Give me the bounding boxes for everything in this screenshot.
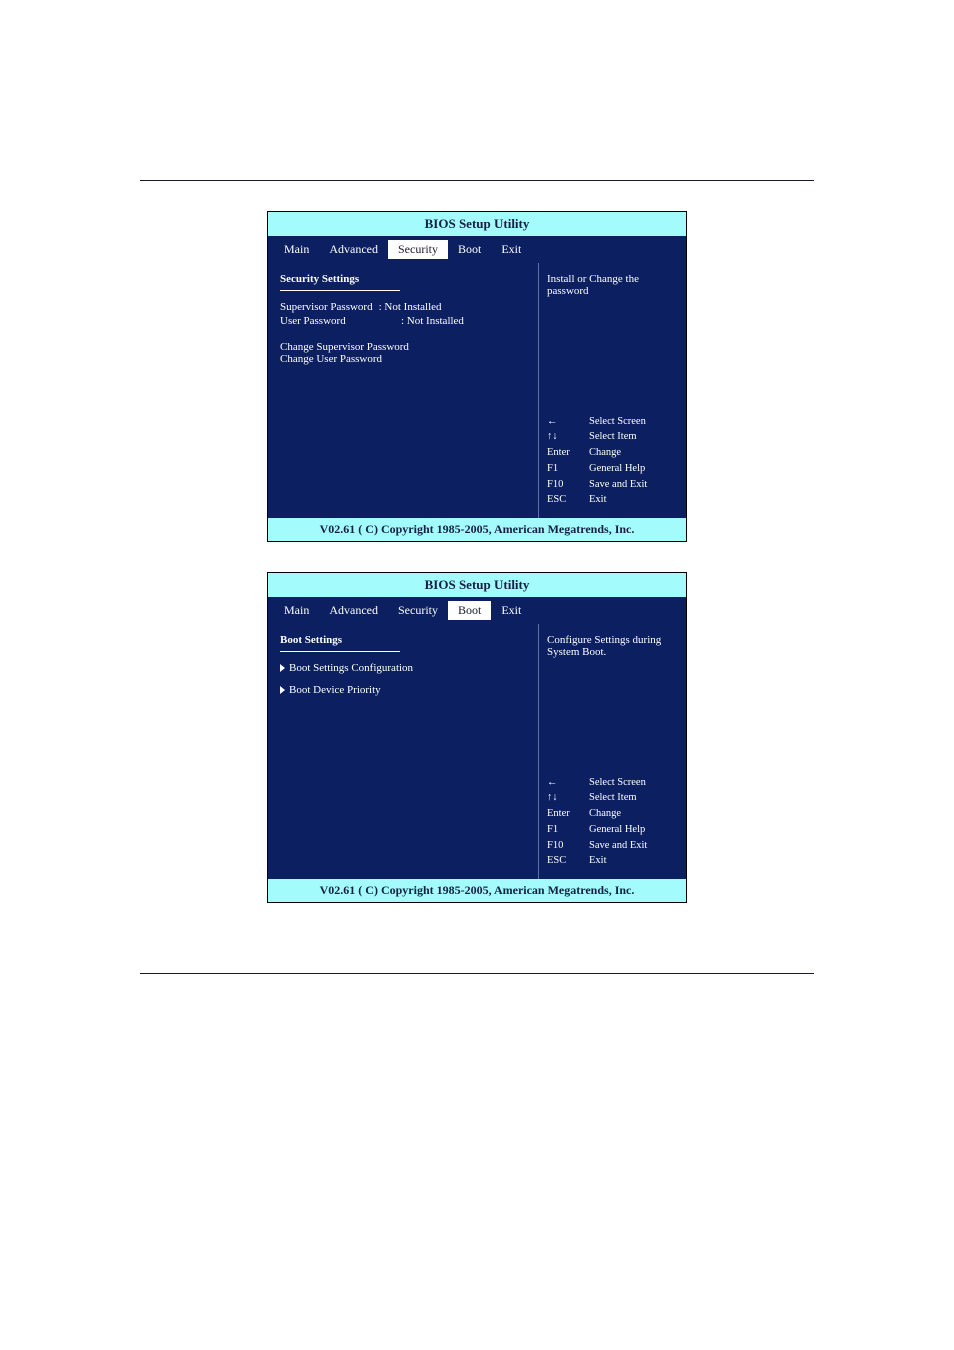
key-desc: Save and Exit [589,477,647,493]
key-desc: General Help [589,461,645,477]
menu-label: Boot Device Priority [289,684,381,696]
key-esc: ESC [547,492,579,508]
tab-bar: Main Advanced Security Boot Exit [268,236,686,263]
tab-main[interactable]: Main [274,601,319,620]
key-desc: Select Item [589,429,637,445]
user-password-row: User Password : Not Installed [280,315,526,327]
field-value: : Not Installed [401,315,464,327]
bottom-rule [140,973,814,974]
menu-item-boot-config[interactable]: Boot Settings Configuration [280,662,526,674]
key-enter: Enter [547,445,579,461]
key-legend: ← Select Screen ↑↓ Select Item Enter Change… [547,414,678,509]
title-bar: BIOS Setup Utility [268,573,686,597]
tab-boot[interactable]: Boot [448,240,491,259]
tab-bar: Main Advanced Security Boot Exit [268,597,686,624]
key-icon-lr: ← [547,775,579,791]
submenu-arrow-icon [280,686,285,694]
key-desc: Select Item [589,790,637,806]
menu-item-boot-priority[interactable]: Boot Device Priority [280,684,526,696]
copyright-footer: V02.61 ( C) Copyright 1985-2005, America… [268,879,686,902]
menu-item-change-supervisor[interactable]: Change Supervisor Password [280,341,526,353]
key-desc: Change [589,445,621,461]
key-f1: F1 [547,461,579,477]
key-desc: Exit [589,492,607,508]
key-desc: Select Screen [589,775,646,791]
bios-panel-boot: BIOS Setup Utility Main Advanced Securit… [267,572,687,903]
title-bar: BIOS Setup Utility [268,212,686,236]
key-legend: ← Select Screen ↑↓ Select Item Enter Change… [547,775,678,870]
menu-item-change-user[interactable]: Change User Password [280,353,526,365]
key-desc: Select Screen [589,414,646,430]
field-value: : Not Installed [379,301,442,313]
key-desc: Change [589,806,621,822]
copyright-footer: V02.61 ( C) Copyright 1985-2005, America… [268,518,686,541]
key-enter: Enter [547,806,579,822]
tab-exit[interactable]: Exit [491,240,531,259]
help-pane: Install or Change the password ← Select S… [538,263,686,518]
section-heading: Security Settings [280,273,526,285]
submenu-arrow-icon [280,664,285,672]
key-desc: General Help [589,822,645,838]
tab-boot[interactable]: Boot [448,601,491,620]
main-pane: Boot Settings Boot Settings Configuratio… [268,624,538,879]
help-pane: Configure Settings during System Boot. ←… [538,624,686,879]
field-label: Supervisor Password [280,301,373,313]
help-text: Configure Settings during System Boot. [547,634,678,775]
tab-security[interactable]: Security [388,240,448,259]
top-rule [140,180,814,181]
tab-security[interactable]: Security [388,601,448,620]
tab-main[interactable]: Main [274,240,319,259]
supervisor-password-row: Supervisor Password : Not Installed [280,301,526,313]
key-icon-ud: ↑↓ [547,790,579,806]
field-label: User Password [280,315,395,327]
key-desc: Save and Exit [589,838,647,854]
menu-label: Boot Settings Configuration [289,662,413,674]
key-f1: F1 [547,822,579,838]
key-icon-ud: ↑↓ [547,429,579,445]
section-rule [280,290,400,291]
key-f10: F10 [547,477,579,493]
tab-advanced[interactable]: Advanced [319,601,388,620]
section-rule [280,651,400,652]
bios-panel-security: BIOS Setup Utility Main Advanced Securit… [267,211,687,542]
key-esc: ESC [547,853,579,869]
help-text: Install or Change the password [547,273,678,414]
tab-exit[interactable]: Exit [491,601,531,620]
key-f10: F10 [547,838,579,854]
section-heading: Boot Settings [280,634,526,646]
key-icon-lr: ← [547,414,579,430]
main-pane: Security Settings Supervisor Password : … [268,263,538,518]
tab-advanced[interactable]: Advanced [319,240,388,259]
key-desc: Exit [589,853,607,869]
